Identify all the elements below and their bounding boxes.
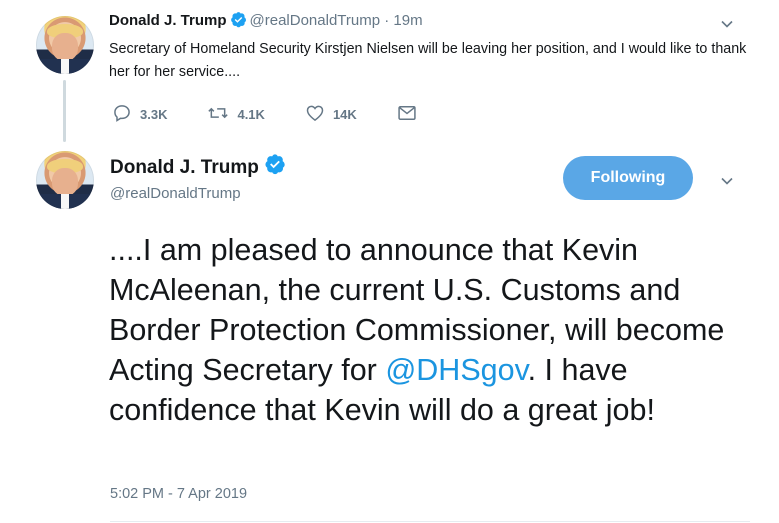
message-button[interactable] bbox=[397, 104, 425, 125]
avatar[interactable] bbox=[36, 16, 94, 74]
verified-icon bbox=[264, 153, 286, 181]
like-button[interactable]: 14K bbox=[305, 103, 357, 126]
verified-icon bbox=[230, 11, 247, 32]
avatar[interactable] bbox=[36, 151, 94, 209]
reply-button[interactable]: 3.3K bbox=[112, 103, 167, 126]
author-name-row: Donald J. Trump bbox=[110, 153, 289, 181]
tweet-text: Secretary of Homeland Security Kirstjen … bbox=[109, 41, 747, 80]
tweet-timestamp[interactable]: 5:02 PM - 7 Apr 2019 bbox=[110, 486, 247, 502]
header-separator: · bbox=[380, 12, 394, 29]
reply-icon bbox=[112, 103, 140, 126]
retweet-button[interactable]: 4.1K bbox=[207, 103, 265, 126]
author-handle[interactable]: @realDonaldTrump bbox=[250, 12, 381, 29]
following-button[interactable]: Following bbox=[563, 156, 693, 200]
retweet-count: 4.1K bbox=[237, 107, 265, 122]
message-icon bbox=[397, 104, 425, 125]
divider bbox=[110, 521, 750, 522]
retweet-icon bbox=[207, 103, 237, 126]
mention-link[interactable]: @DHSgov bbox=[385, 353, 527, 387]
chevron-down-icon[interactable] bbox=[719, 16, 735, 37]
tweet-time[interactable]: 19m bbox=[393, 12, 422, 29]
author-handle[interactable]: @realDonaldTrump bbox=[110, 185, 241, 202]
chevron-down-icon[interactable] bbox=[719, 173, 735, 194]
thread-connector-line bbox=[63, 80, 66, 142]
author-name[interactable]: Donald J. Trump bbox=[110, 157, 259, 178]
like-count: 14K bbox=[332, 107, 357, 122]
tweet-actions: 3.3K 4.1K 14K bbox=[112, 103, 465, 126]
author-name[interactable]: Donald J. Trump bbox=[109, 12, 227, 29]
reply-count: 3.3K bbox=[140, 107, 168, 122]
like-icon bbox=[305, 103, 333, 126]
tweet-text: ....I am pleased to announce that Kevin … bbox=[109, 230, 749, 430]
tweet-header: Donald J. Trump @realDonaldTrump · 19m bbox=[109, 11, 423, 32]
